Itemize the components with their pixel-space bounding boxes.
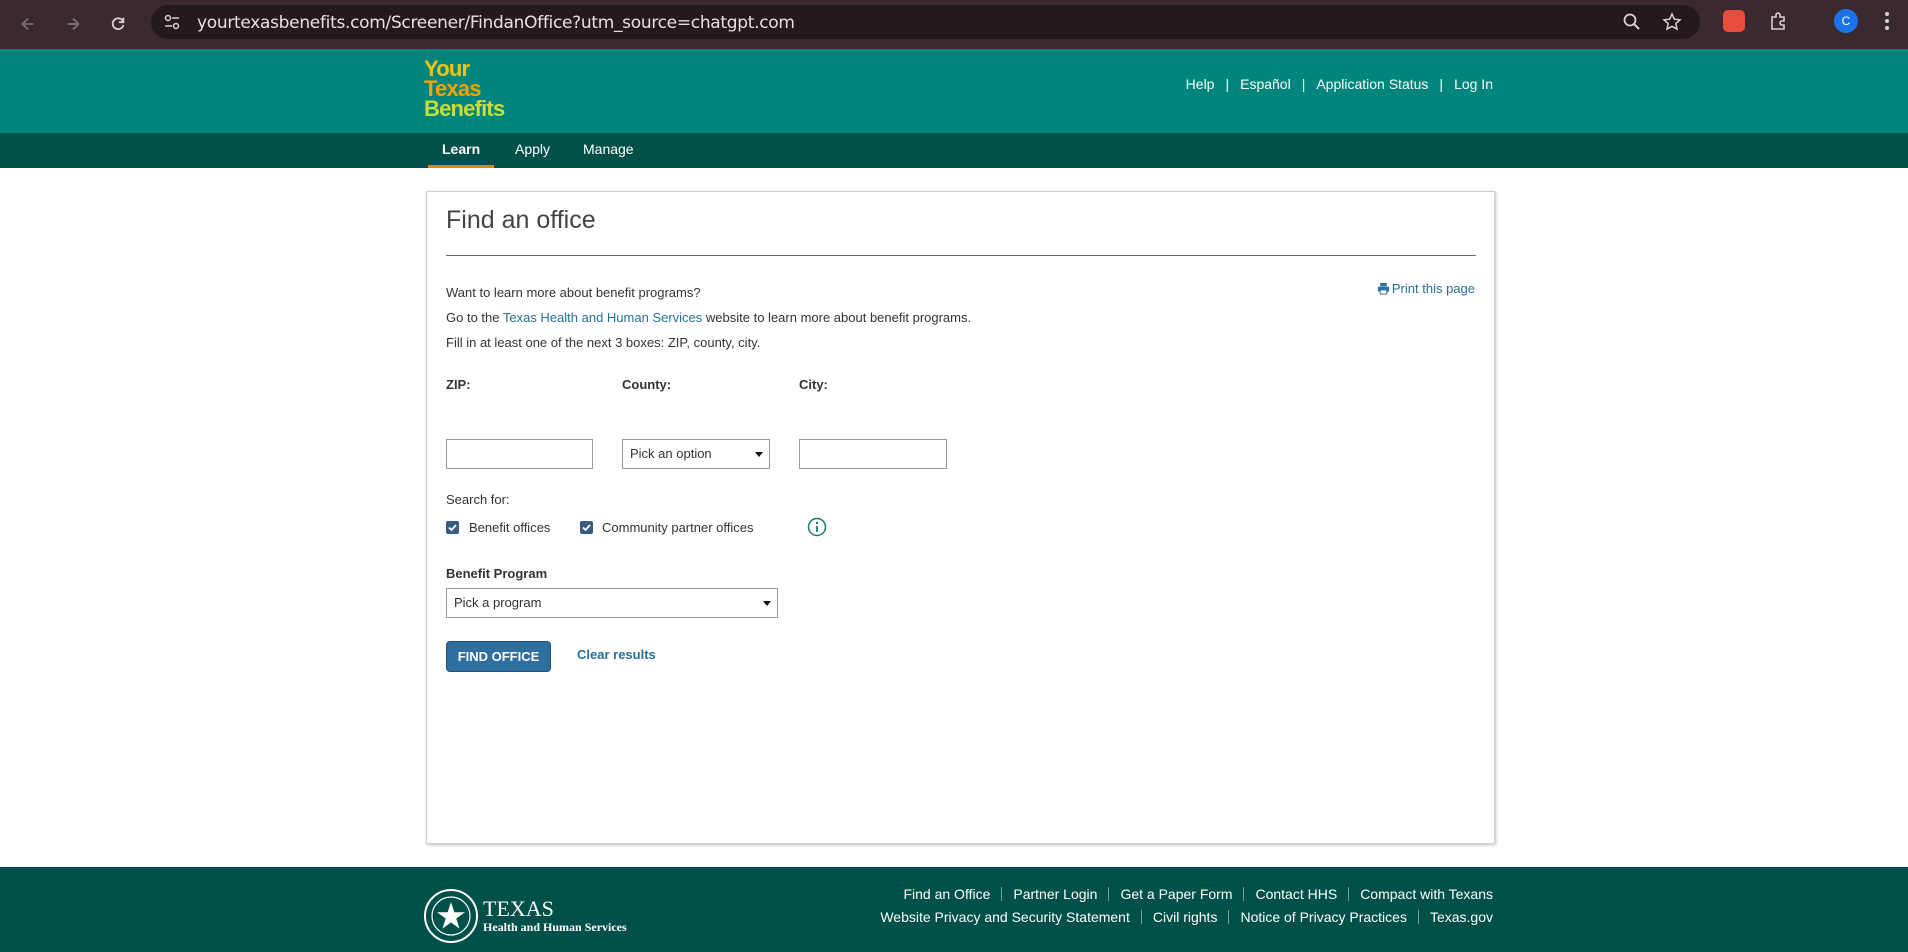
site-footer: TEXAS Health and Human Services Find an … — [0, 867, 1908, 952]
benefit-program-select[interactable]: Pick a program — [446, 588, 778, 618]
hhs-website-link[interactable]: Texas Health and Human Services — [503, 310, 702, 325]
bookmark-star-icon[interactable] — [1662, 12, 1682, 32]
benefit-offices-label[interactable]: Benefit offices — [469, 520, 550, 535]
extensions-puzzle-icon[interactable] — [1768, 10, 1790, 32]
reload-icon[interactable] — [103, 9, 133, 39]
utility-nav: Help | Español | Application Status | Lo… — [1185, 76, 1493, 92]
footer-compact-link[interactable]: Compact with Texans — [1360, 886, 1493, 902]
address-bar[interactable]: yourtexasbenefits.com/Screener/FindanOff… — [151, 5, 1700, 39]
footer-paper-form-link[interactable]: Get a Paper Form — [1120, 886, 1232, 902]
footer-find-office-link[interactable]: Find an Office — [903, 886, 990, 902]
chevron-down-icon — [755, 452, 763, 457]
clear-results-link[interactable]: Clear results — [577, 647, 656, 662]
texas-hhs-logo[interactable]: TEXAS Health and Human Services — [423, 888, 627, 944]
community-partner-offices-label[interactable]: Community partner offices — [602, 520, 754, 535]
benefit-program-label: Benefit Program — [446, 566, 548, 581]
forward-icon[interactable] — [58, 9, 88, 39]
profile-avatar[interactable]: C — [1834, 9, 1858, 33]
benefit-program-select-value: Pick a program — [454, 595, 542, 610]
tab-learn[interactable]: Learn — [428, 133, 495, 168]
checkmark-icon — [582, 524, 591, 532]
footer-links-row-2: Website Privacy and Security Statement C… — [880, 909, 1493, 925]
title-divider — [446, 255, 1476, 256]
hhs-logo-title: TEXAS — [483, 895, 554, 921]
menu-kebab-icon[interactable] — [1884, 10, 1890, 32]
log-in-link[interactable]: Log In — [1454, 76, 1493, 92]
city-label: City: — [799, 377, 828, 392]
printer-icon — [1377, 282, 1389, 295]
tab-manage[interactable]: Manage — [583, 133, 634, 168]
zip-label: ZIP: — [446, 377, 471, 392]
url-text[interactable]: yourtexasbenefits.com/Screener/FindanOff… — [197, 13, 795, 33]
find-office-button[interactable]: FIND OFFICE — [446, 641, 551, 672]
checkmark-icon — [448, 524, 457, 532]
help-link[interactable]: Help — [1186, 76, 1215, 92]
county-select[interactable]: Pick an option — [622, 439, 770, 469]
main-nav: Learn Apply Manage — [0, 133, 1908, 168]
site-header: Your Texas Benefits Help | Español | App… — [0, 49, 1908, 133]
footer-links-row-1: Find an Office Partner Login Get a Paper… — [903, 886, 1493, 902]
footer-civil-rights-link[interactable]: Civil rights — [1153, 909, 1218, 925]
learn-more-text: Go to the Texas Health and Human Service… — [446, 310, 972, 325]
hhs-logo-subtitle: Health and Human Services — [483, 919, 627, 934]
extension-icon[interactable] — [1723, 10, 1745, 32]
back-icon[interactable] — [13, 9, 43, 39]
chevron-down-icon — [763, 601, 771, 606]
zip-input[interactable] — [446, 439, 593, 469]
espanol-link[interactable]: Español — [1240, 76, 1291, 92]
county-label: County: — [622, 377, 672, 392]
footer-privacy-security-link[interactable]: Website Privacy and Security Statement — [880, 909, 1130, 925]
community-partner-offices-checkbox[interactable] — [580, 521, 593, 534]
print-page-label[interactable]: Print this page — [1392, 281, 1475, 296]
footer-partner-login-link[interactable]: Partner Login — [1013, 886, 1097, 902]
your-texas-benefits-logo[interactable]: Your Texas Benefits — [424, 58, 534, 123]
footer-contact-hhs-link[interactable]: Contact HHS — [1255, 886, 1337, 902]
intro-text: Want to learn more about benefit program… — [446, 285, 701, 300]
browser-toolbar: yourtexasbenefits.com/Screener/FindanOff… — [0, 0, 1908, 49]
print-page-link[interactable]: Print this page — [1377, 281, 1475, 296]
page-title: Find an office — [446, 206, 596, 234]
find-office-panel: Find an office Print this page Want to l… — [426, 191, 1495, 844]
footer-texas-gov-link[interactable]: Texas.gov — [1430, 909, 1493, 925]
fill-instructions: Fill in at least one of the next 3 boxes… — [446, 335, 761, 350]
search-for-label: Search for: — [446, 492, 510, 507]
county-select-value: Pick an option — [630, 446, 712, 461]
city-input[interactable] — [799, 439, 947, 469]
benefit-offices-checkbox[interactable] — [446, 521, 459, 534]
info-icon[interactable] — [807, 517, 827, 537]
texas-seal-icon — [424, 889, 478, 943]
application-status-link[interactable]: Application Status — [1316, 76, 1428, 92]
site-info-icon[interactable] — [163, 13, 181, 31]
footer-privacy-practices-link[interactable]: Notice of Privacy Practices — [1240, 909, 1407, 925]
tab-apply[interactable]: Apply — [515, 133, 550, 168]
zoom-icon[interactable] — [1622, 12, 1642, 32]
